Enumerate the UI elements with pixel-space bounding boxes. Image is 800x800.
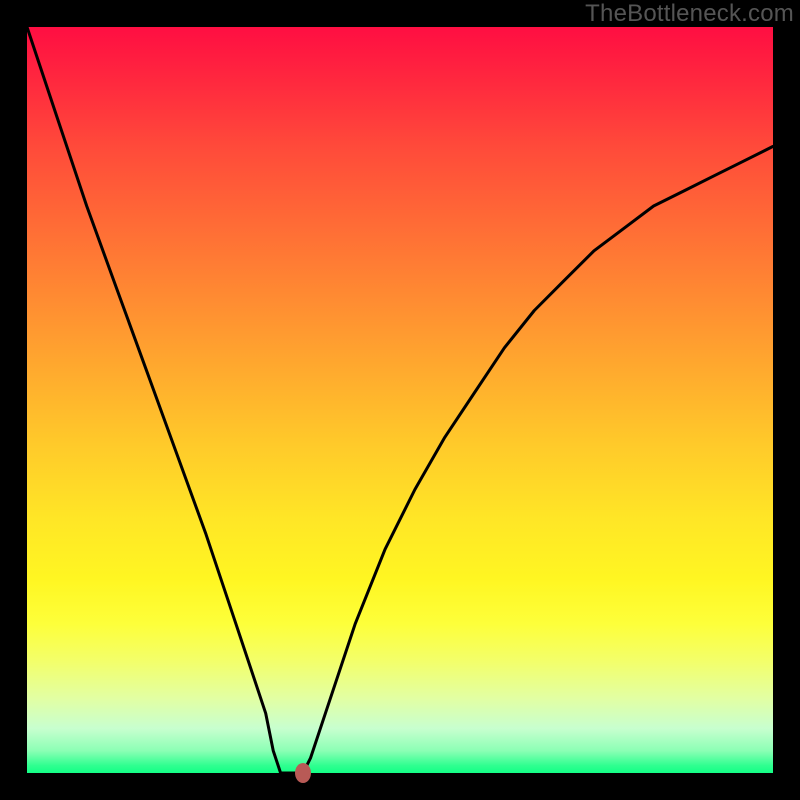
minimum-marker: [295, 763, 311, 783]
watermark-text: TheBottleneck.com: [585, 0, 794, 28]
plot-area: [27, 27, 773, 773]
chart-frame: TheBottleneck.com: [0, 0, 800, 800]
bottleneck-curve: [27, 27, 773, 773]
